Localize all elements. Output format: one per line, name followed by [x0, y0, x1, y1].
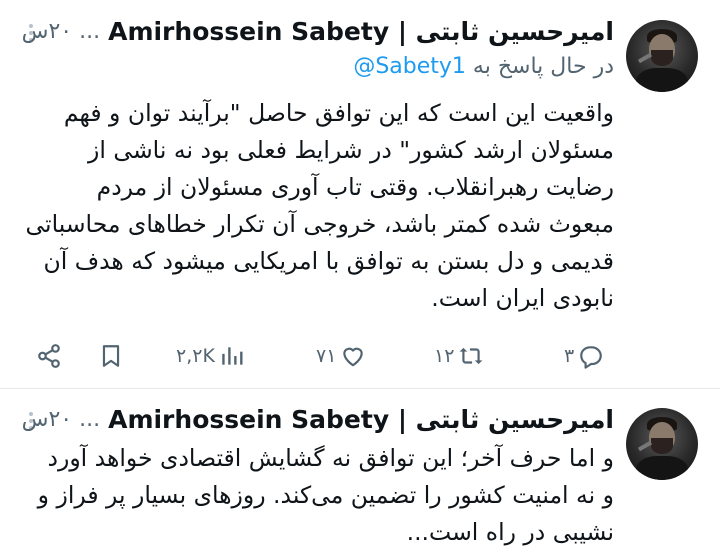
tweet-text: و اما حرف آخر؛ این توافق نه گشایش اقتصاد… — [24, 440, 614, 551]
reply-icon — [580, 346, 603, 369]
author-name[interactable]: امیرحسین ثابتی | Amirhossein Sabety — [108, 17, 614, 46]
action-bar: ۳ ۱۲ ۷۱ ۲,۲K — [0, 338, 720, 374]
like-button[interactable]: ۷۱ — [312, 338, 366, 374]
tweet-header: امیرحسین ثابتی | Amirhossein Sabety ... … — [22, 14, 614, 48]
tweet-text-line: قدیمی و دل بستن به توافق با امریکایی میش… — [43, 247, 614, 275]
views-count: ۲,۲K — [176, 345, 215, 367]
share-button[interactable] — [36, 338, 62, 374]
bookmark-icon — [102, 345, 120, 367]
retweet-count: ۱۲ — [434, 345, 455, 367]
reply-count: ۳ — [564, 345, 575, 367]
retweet-icon — [460, 347, 483, 365]
like-icon — [343, 347, 364, 367]
tweet-text-line: نشیبی در راه است... — [406, 518, 614, 546]
tweet-text-line: مبعوث شده کمتر باشد، خروجی آن تکرار خطاه… — [25, 210, 614, 238]
tweet-text-line: و نه امنیت کشور را تضمین می‌کند. روزهای … — [37, 481, 614, 509]
reply-handle-link[interactable]: @Sabety1 — [353, 54, 466, 79]
author-name[interactable]: امیرحسین ثابتی | Amirhossein Sabety — [108, 405, 614, 434]
tweet-time[interactable]: ... ۲۰س — [22, 407, 100, 432]
tweet-text-line: واقعیت این است که این توافق حاصل "برآیند… — [63, 99, 614, 127]
tweet[interactable]: امیرحسین ثابتی | Amirhossein Sabety ... … — [0, 390, 720, 555]
avatar[interactable] — [626, 20, 698, 92]
tweet-text-line: نابودی ایران است. — [431, 284, 614, 312]
like-count: ۷۱ — [316, 345, 337, 367]
tweet-text-line: مسئولان ارشد کشور" در شرایط فعلی بود نه … — [88, 136, 614, 164]
tweet-text-line: و اما حرف آخر؛ این توافق نه گشایش اقتصاد… — [47, 444, 615, 472]
bookmark-button[interactable] — [98, 338, 124, 374]
views-icon — [222, 347, 243, 365]
reply-button[interactable]: ۳ — [560, 338, 604, 374]
tweet-divider — [0, 388, 720, 389]
replying-to: در حال پاسخ به @Sabety1 — [353, 54, 614, 79]
tweet-header: امیرحسین ثابتی | Amirhossein Sabety ... … — [22, 402, 614, 436]
share-icon — [38, 344, 60, 368]
tweet-text-line: رضایت رهبرانقلاب. وقتی تاب آوری مسئولان … — [96, 173, 614, 201]
tweet-time[interactable]: ... ۲۰س — [22, 19, 100, 44]
views-button[interactable]: ۲,۲K — [172, 338, 245, 374]
retweet-button[interactable]: ۱۲ — [430, 338, 484, 374]
tweet-text: واقعیت این است که این توافق حاصل "برآیند… — [24, 95, 614, 317]
replying-to-label: در حال پاسخ به — [472, 54, 614, 79]
tweet[interactable]: امیرحسین ثابتی | Amirhossein Sabety ... … — [0, 0, 720, 390]
avatar[interactable] — [626, 408, 698, 480]
